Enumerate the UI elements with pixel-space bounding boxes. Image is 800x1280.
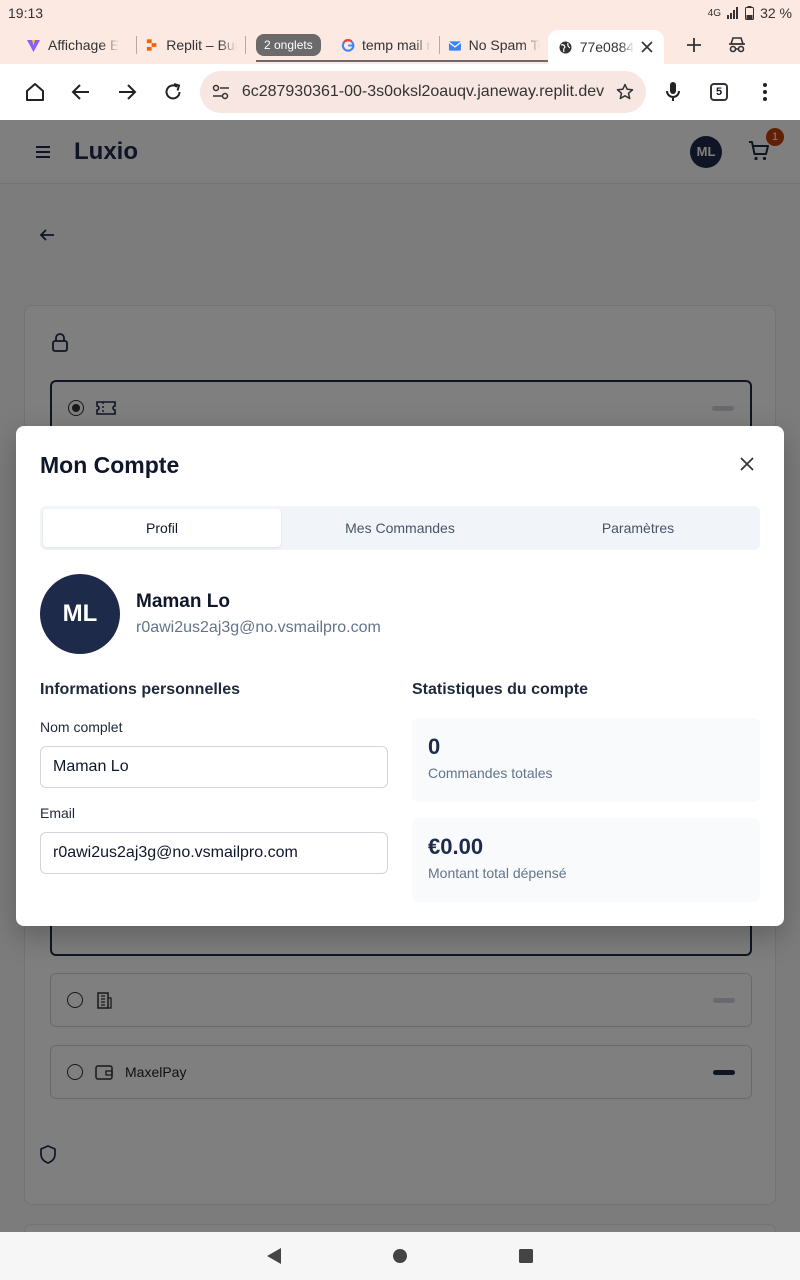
voice-search-button[interactable] xyxy=(650,68,696,116)
home-icon xyxy=(25,83,44,101)
stat-total-orders: 0 Commandes totales xyxy=(412,718,760,802)
profile-email: r0awi2us2aj3g@no.vsmailpro.com xyxy=(136,619,381,636)
back-button[interactable] xyxy=(58,68,104,116)
account-stats-heading: Statistiques du compte xyxy=(412,681,589,698)
tab-label: No Spam To xyxy=(468,37,540,53)
total-spent-label: Montant total dépensé xyxy=(428,865,567,881)
browser-tab-active[interactable]: 77e0884 xyxy=(547,30,664,64)
browser-tab[interactable]: Affichage E xyxy=(18,30,136,60)
system-nav-bar xyxy=(0,1232,800,1280)
reload-button[interactable] xyxy=(150,68,196,116)
forward-button[interactable] xyxy=(104,68,150,116)
home-button[interactable] xyxy=(12,68,58,116)
browser-tab-strip: Affichage E Replit – Buil 2 onglets temp… xyxy=(0,26,800,64)
account-tabs: Profil Mes Commandes Paramètres xyxy=(40,506,760,550)
tab-parametres[interactable]: Paramètres xyxy=(519,509,757,547)
nav-recents-icon[interactable] xyxy=(518,1248,534,1264)
battery-icon xyxy=(745,6,755,20)
reload-icon xyxy=(165,83,181,100)
vite-icon xyxy=(27,39,40,52)
browser-tab[interactable]: temp mail n xyxy=(333,30,439,60)
status-bar: 19:13 4G 32 % xyxy=(0,0,800,26)
profile-avatar: ML xyxy=(40,574,120,654)
site-settings-icon[interactable] xyxy=(212,84,230,100)
new-tab-icon[interactable] xyxy=(686,37,702,53)
tab-label: Replit – Buil xyxy=(166,37,237,53)
tab-count: 5 xyxy=(710,83,729,101)
arrow-right-icon xyxy=(118,84,137,100)
modal-title: Mon Compte xyxy=(40,452,180,478)
email-field[interactable] xyxy=(40,832,388,874)
star-icon[interactable] xyxy=(616,83,634,101)
browser-toolbar: 6c287930361-00-3s0oksl2oauqv.janeway.rep… xyxy=(0,64,800,120)
microphone-icon xyxy=(666,82,681,101)
close-icon[interactable] xyxy=(740,457,754,471)
nav-back-icon[interactable] xyxy=(266,1247,282,1265)
total-orders-label: Commandes totales xyxy=(428,765,553,781)
browser-menu-button[interactable] xyxy=(742,68,788,116)
arrow-left-icon xyxy=(71,84,89,100)
tab-label: temp mail n xyxy=(361,37,431,53)
full-name-field[interactable] xyxy=(40,746,388,788)
close-tab-icon[interactable] xyxy=(641,41,653,53)
full-name-label: Nom complet xyxy=(40,719,123,735)
battery-level: 32 % xyxy=(760,5,792,21)
tab-group-chip[interactable]: 2 onglets xyxy=(256,34,590,62)
account-modal: Mon Compte Profil Mes Commandes Paramètr… xyxy=(16,426,784,926)
tab-label: Affichage E xyxy=(48,37,120,53)
tab-profil[interactable]: Profil xyxy=(43,509,281,547)
mail-icon xyxy=(448,40,462,51)
more-vert-icon xyxy=(763,83,768,101)
google-icon xyxy=(341,38,355,52)
tab-mes-commandes[interactable]: Mes Commandes xyxy=(281,509,519,547)
profile-name: Maman Lo xyxy=(136,591,230,612)
tab-divider xyxy=(245,36,246,54)
url-text[interactable]: 6c287930361-00-3s0oksl2oauqv.janeway.rep… xyxy=(242,83,604,101)
network-type: 4G xyxy=(707,7,722,19)
total-spent-value: €0.00 xyxy=(428,834,484,859)
globe-icon xyxy=(559,41,572,53)
replit-icon xyxy=(146,38,157,51)
browser-tab[interactable]: Replit – Buil xyxy=(137,30,245,60)
total-orders-value: 0 xyxy=(428,734,441,759)
tab-label: 77e0884 xyxy=(579,39,635,55)
personal-info-heading: Informations personnelles xyxy=(40,681,241,698)
signal-icon xyxy=(727,7,739,19)
incognito-icon[interactable] xyxy=(728,37,746,53)
browser-tab[interactable]: No Spam To xyxy=(440,30,548,60)
tab-switcher-button[interactable]: 5 xyxy=(696,68,742,116)
email-label: Email xyxy=(40,805,76,821)
address-bar[interactable]: 6c287930361-00-3s0oksl2oauqv.janeway.rep… xyxy=(199,71,647,113)
stat-total-spent: €0.00 Montant total dépensé xyxy=(412,818,760,902)
nav-home-icon[interactable] xyxy=(392,1248,408,1264)
status-time: 19:13 xyxy=(8,5,44,21)
